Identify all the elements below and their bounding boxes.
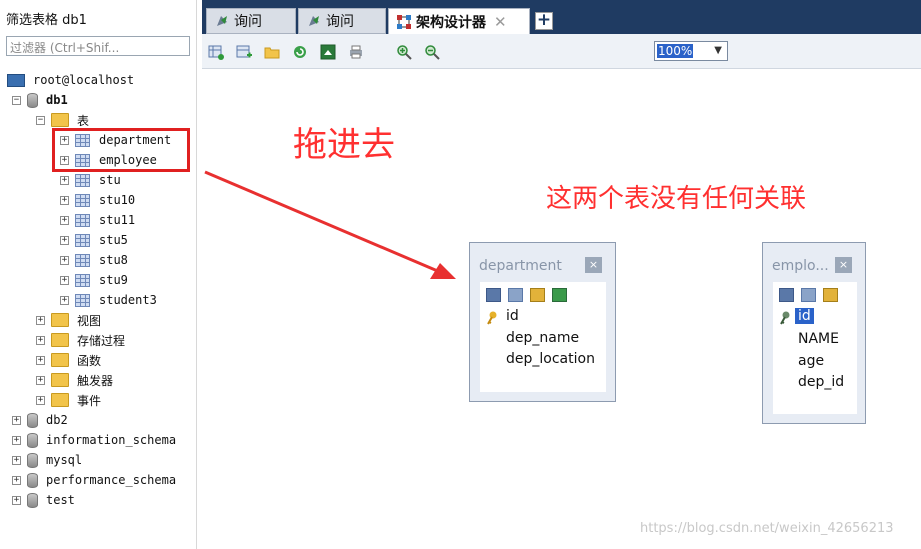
- key-icon: [780, 311, 790, 325]
- entity-title: department: [479, 258, 562, 274]
- field-age[interactable]: age: [798, 353, 824, 369]
- field-dep-location[interactable]: dep_location: [506, 351, 595, 367]
- entity-title: emplo...: [772, 258, 829, 274]
- entity-employee[interactable]: emplo... × id NAME age dep_id: [762, 242, 866, 424]
- table-properties-icon[interactable]: [508, 288, 523, 302]
- annotation-drag: 拖进去: [293, 125, 395, 165]
- close-icon[interactable]: ×: [585, 257, 602, 273]
- table-properties-icon[interactable]: [801, 288, 816, 302]
- edit-table-icon[interactable]: [779, 288, 794, 302]
- field-id[interactable]: id: [795, 308, 814, 324]
- field-dep-name[interactable]: dep_name: [506, 330, 579, 346]
- close-icon[interactable]: ×: [835, 257, 852, 273]
- field-dep-id[interactable]: dep_id: [798, 374, 844, 390]
- entity-department[interactable]: department × id dep_name dep_location: [469, 242, 616, 402]
- field-name[interactable]: NAME: [798, 331, 839, 347]
- index-icon[interactable]: [823, 288, 838, 302]
- key-icon: [487, 311, 497, 325]
- edit-table-icon[interactable]: [486, 288, 501, 302]
- entity-toolbar: [779, 288, 838, 302]
- entity-body: id dep_name dep_location: [480, 282, 606, 392]
- field-id[interactable]: id: [506, 308, 519, 324]
- index-icon[interactable]: [530, 288, 545, 302]
- entity-toolbar: [486, 288, 567, 302]
- watermark: https://blog.csdn.net/weixin_42656213: [640, 521, 894, 536]
- entity-body: id NAME age dep_id: [773, 282, 857, 414]
- relation-icon[interactable]: [552, 288, 567, 302]
- annotation-note: 这两个表没有任何关联: [546, 184, 807, 214]
- selected-field-label: id: [795, 308, 814, 324]
